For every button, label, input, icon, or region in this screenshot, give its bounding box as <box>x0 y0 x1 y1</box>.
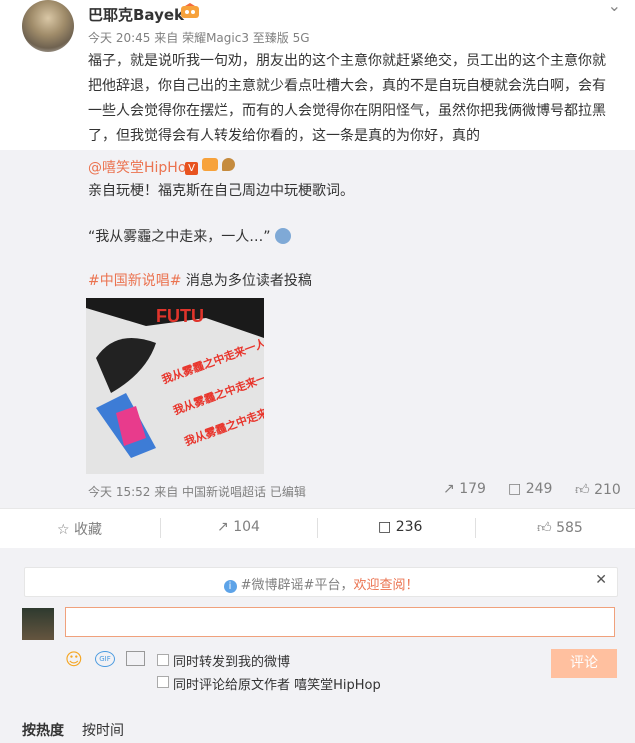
divider <box>160 518 161 538</box>
comment-count: 236 <box>395 519 423 535</box>
repost-line-1: 亲自玩梗！福克斯在自己周边中玩梗歌词。 <box>88 183 354 199</box>
repost-line-3: #中国新说唱# 消息为多位读者投稿 <box>88 270 312 290</box>
vip-badge-icon <box>202 158 219 171</box>
post-text: 福子，就是说听我一句劝，朋友出的这个主意你就赶紧绝交，员工出的这个主意你就把他辞… <box>88 53 606 144</box>
repost-repost-button[interactable]: ↗ 179 <box>443 481 486 497</box>
from-label: 来自 <box>154 31 179 45</box>
repost-checkbox[interactable] <box>157 654 169 666</box>
favorite-button[interactable]: ☆ 收藏 <box>57 519 102 539</box>
comment-icon: □ <box>508 481 522 497</box>
like-count: 585 <box>556 520 583 536</box>
comment-icon: □ <box>378 519 392 535</box>
repost-comment-count: 249 <box>525 481 553 497</box>
guitar-icon <box>222 158 236 171</box>
svg-text:FUTU: FUTU <box>156 306 204 326</box>
repost-repost-count: 179 <box>459 481 486 497</box>
verified-icon: V <box>185 162 198 175</box>
divider <box>317 518 318 538</box>
comment-input[interactable] <box>65 607 615 637</box>
username[interactable]: 巴耶克Bayek <box>88 4 184 25</box>
notice-link[interactable]: 欢迎查阅！ <box>353 578 418 593</box>
thumbs-up-icon: 👍︎ <box>575 482 590 498</box>
repost-quote-text: “我从雾霾之中走来，一人…” <box>88 229 271 245</box>
chevron-down-icon[interactable]: ⌄ <box>608 0 621 15</box>
info-icon: i <box>223 580 237 593</box>
star-icon: ☆ <box>57 522 70 538</box>
my-avatar <box>22 608 54 640</box>
sort-by-time[interactable]: 按时间 <box>82 720 124 740</box>
repost-image[interactable]: FUTU 我从雾霾之中走来一人 我从雾霾之中走来一人 我从雾霾之中走来一人 <box>86 298 264 474</box>
notice-prefix: #微博辟谣#平台， <box>240 578 354 593</box>
emoji-icon[interactable]: ☺ <box>65 650 83 670</box>
hashtag-link[interactable]: #中国新说唱# <box>88 273 181 289</box>
repost-quote: “我从雾霾之中走来，一人…” <box>88 226 291 246</box>
divider <box>475 518 476 538</box>
emoji-icon <box>274 228 291 244</box>
thumbs-up-icon: 👍︎ <box>537 520 552 536</box>
like-button[interactable]: 👍︎ 585 <box>537 519 583 536</box>
gif-icon[interactable]: GIF <box>95 651 115 667</box>
image-upload-icon[interactable] <box>126 651 145 666</box>
post-device[interactable]: 荣耀Magic3 至臻版 5G <box>182 31 309 45</box>
submit-comment-button[interactable]: 评论 <box>551 649 617 678</box>
repost-like-count: 210 <box>594 482 621 498</box>
favorite-label: 收藏 <box>74 522 103 538</box>
repost-author[interactable]: @嘻笑堂HipHop <box>88 157 195 177</box>
repost-badges: V <box>185 158 236 175</box>
repost-button[interactable]: ↗ 104 <box>217 519 260 535</box>
repost-icon: ↗ <box>217 519 229 535</box>
post-meta: 今天 20:45 来自 荣耀Magic3 至臻版 5G <box>88 29 310 46</box>
comment-original-checkbox[interactable] <box>157 676 169 688</box>
comment-original-checkbox-label: 同时评论给原文作者 嘻笑堂HipHop <box>173 678 381 693</box>
repost-checkbox-label: 同时转发到我的微博 <box>173 655 291 670</box>
sort-by-hot[interactable]: 按热度 <box>22 720 64 740</box>
post-time[interactable]: 今天 20:45 <box>88 31 150 45</box>
close-icon[interactable]: ✕ <box>595 572 607 588</box>
repost-meta: 今天 15:52 来自 中国新说唱超话 已编辑 <box>88 485 306 499</box>
vip-badge-icon <box>180 3 200 20</box>
repost-line-3-text: 消息为多位读者投稿 <box>181 273 312 289</box>
comment-button[interactable]: □ 236 <box>378 519 422 535</box>
repost-count: 104 <box>233 519 260 535</box>
avatar[interactable] <box>22 0 74 52</box>
repost-icon: ↗ <box>443 481 455 497</box>
notice-text: i #微博辟谣#平台，欢迎查阅！ <box>25 574 617 593</box>
repost-comment-button[interactable]: □ 249 <box>508 481 552 497</box>
rumor-notice: i #微博辟谣#平台，欢迎查阅！ ✕ <box>24 567 618 597</box>
repost-like-button[interactable]: 👍︎ 210 <box>575 481 621 498</box>
